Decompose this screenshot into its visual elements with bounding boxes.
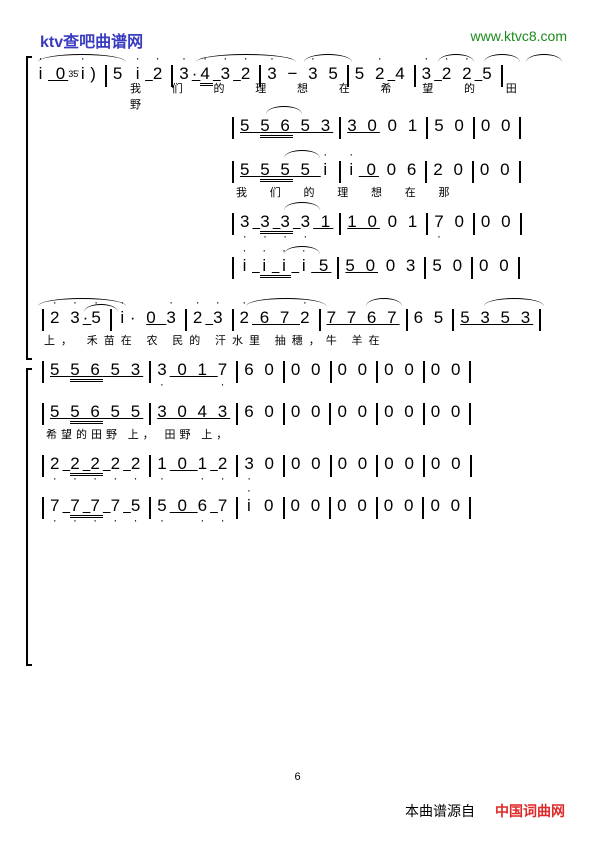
grace-notes: 3̇5̇ bbox=[68, 69, 78, 79]
sys1-lyric: 我 们 的 理 想 在 希 望 的 田 野 bbox=[36, 88, 559, 104]
sys2-part2-lyric: 我 们 的 理 想 在 那 bbox=[226, 184, 559, 200]
sys2-part2: 5 5 5 5 i i 0 0 6 2 0 0 0 bbox=[226, 154, 559, 186]
sys4-part2: 5 5 6 5 5 3 0 4 3 6 0 0 0 0 0 0 0 0 0 bbox=[36, 396, 559, 428]
sys2-part4: i i i i 5 5 0 0 3 5 0 0 0 bbox=[226, 250, 559, 282]
system-bracket-top bbox=[26, 56, 32, 360]
sys3-melody: 2 3·5 i· 0 3 2 3 2 6 7 2 7 7 6 7 6 5 5 3… bbox=[36, 302, 559, 334]
sys4-part4: 7 7 7 7 5 5 0 6 7 i 0 0 0 0 0 0 0 0 0 bbox=[36, 490, 559, 522]
header-site-url: www.ktvc8.com bbox=[471, 28, 567, 44]
sys2-part3: 3 3 3 3 1 1 0 0 1 7 0 0 0 bbox=[226, 206, 559, 238]
header-site-name: ktv查吧曲谱网 bbox=[40, 28, 143, 52]
score-area: i 0 3̇5̇ i) 5 i 2 3·4 3 2 3 − 3 5 5 2 4 … bbox=[36, 58, 559, 718]
sys2-part1: 5 5 6 5 3 3 0 0 1 5 0 0 0 bbox=[226, 110, 559, 142]
footer-source-label: 本曲谱源自 bbox=[405, 801, 475, 821]
sys4-part1: 5 5 6 5 3 3 0 1 7 6 0 0 0 0 0 0 0 0 0 bbox=[36, 354, 559, 386]
sys4-part2-lyric: 希望的田野 上， 田野 上， bbox=[36, 426, 559, 442]
system-bracket-mid bbox=[26, 368, 32, 666]
footer-source-site: 中国词曲网 bbox=[495, 801, 565, 821]
sys3-lyric: 上， 禾苗在 农 民的 汗水里 抽穗，牛 羊在 bbox=[36, 332, 559, 348]
sys4-part3: 2 2 2 2 2 1 0 1 2 3 0 0 0 0 0 0 0 0 0 bbox=[36, 448, 559, 480]
page-number: 6 bbox=[294, 771, 300, 783]
